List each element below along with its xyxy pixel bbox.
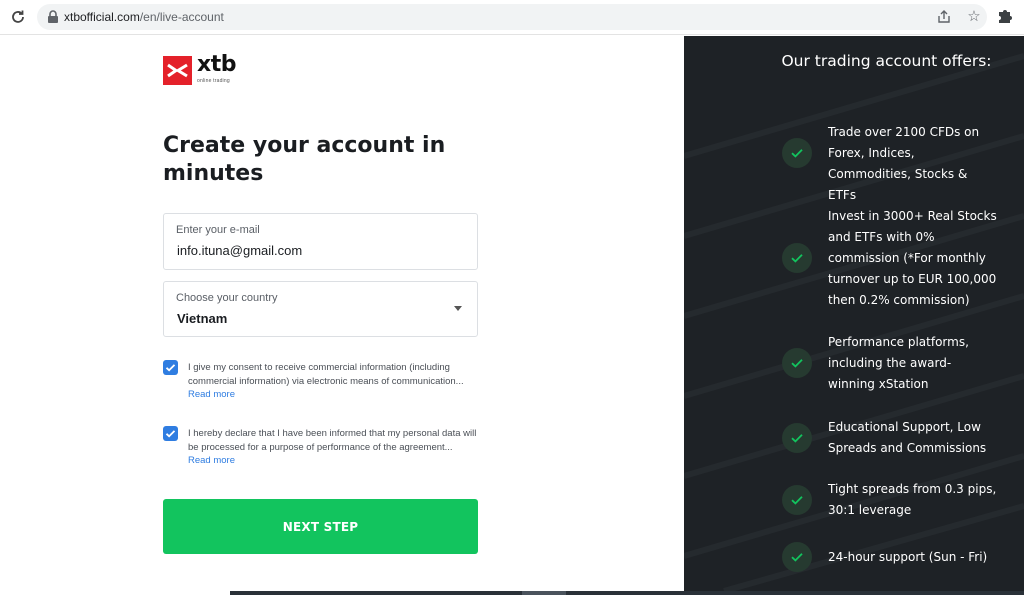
- privacy-declaration-text: I hereby declare that I have been inform…: [188, 428, 477, 453]
- check-circle-icon: [782, 542, 812, 572]
- country-select-value: Vietnam: [177, 311, 228, 326]
- horizontal-scrollbar[interactable]: [230, 591, 1024, 595]
- offer-item-text: Invest in 3000+ Real Stocks and ETFs wit…: [828, 209, 997, 307]
- reload-icon[interactable]: [8, 7, 28, 27]
- dropdown-arrow-icon[interactable]: [454, 306, 462, 311]
- offer-item-text: 24-hour support (Sun - Fri): [828, 550, 988, 564]
- xtb-logo-mark: [163, 56, 192, 85]
- email-field-value[interactable]: info.ituna@gmail.com: [177, 243, 302, 258]
- checkmark-icon: [165, 430, 176, 438]
- check-circle-icon: [782, 485, 812, 515]
- scrollbar-thumb[interactable]: [522, 591, 566, 595]
- privacy-declaration-read-more-link[interactable]: Read more: [188, 455, 235, 466]
- browser-toolbar: xtbofficial.com/en/live-account ☆: [0, 0, 1024, 35]
- offer-item-text: Performance platforms, including the awa…: [828, 335, 969, 391]
- checkmark-icon: [165, 364, 176, 372]
- offers-panel: Our trading account offers: Trade over 2…: [684, 36, 1024, 591]
- country-select-label: Choose your country: [176, 292, 278, 304]
- logo-wordmark: xtb: [197, 52, 236, 77]
- bookmark-star-icon[interactable]: ☆: [964, 7, 984, 27]
- signup-form-section: xtb online trading Create your account i…: [0, 36, 684, 595]
- offers-title: Our trading account offers:: [781, 52, 992, 70]
- email-field-label: Enter your e-mail: [176, 224, 260, 236]
- offer-item-text: Educational Support, Low Spreads and Com…: [828, 420, 987, 455]
- extensions-puzzle-icon[interactable]: [996, 7, 1016, 27]
- share-icon[interactable]: [935, 8, 953, 26]
- marketing-consent-read-more-link[interactable]: Read more: [188, 389, 235, 400]
- country-select[interactable]: Choose your country Vietnam: [163, 281, 478, 337]
- lock-icon: [47, 10, 61, 24]
- marketing-consent-text: I give my consent to receive commercial …: [188, 362, 464, 387]
- marketing-consent-checkbox[interactable]: [163, 360, 178, 375]
- logo-tagline: online trading: [197, 78, 230, 84]
- check-circle-icon: [782, 243, 812, 273]
- privacy-declaration-checkbox[interactable]: [163, 426, 178, 441]
- offer-item-text: Tight spreads from 0.3 pips, 30:1 levera…: [828, 482, 997, 517]
- offer-item-text: Trade over 2100 CFDs on Forex, Indices, …: [828, 125, 980, 202]
- check-circle-icon: [782, 138, 812, 168]
- url-text: xtbofficial.com/en/live-account: [64, 10, 224, 24]
- address-bar[interactable]: xtbofficial.com/en/live-account ☆: [37, 4, 987, 30]
- check-circle-icon: [782, 348, 812, 378]
- check-circle-icon: [782, 423, 812, 453]
- email-field[interactable]: Enter your e-mail info.ituna@gmail.com: [163, 213, 478, 270]
- xtb-logo[interactable]: xtb online trading: [163, 52, 243, 86]
- page-title: Create your account in minutes: [163, 133, 446, 186]
- next-step-button[interactable]: NEXT STEP: [163, 499, 478, 554]
